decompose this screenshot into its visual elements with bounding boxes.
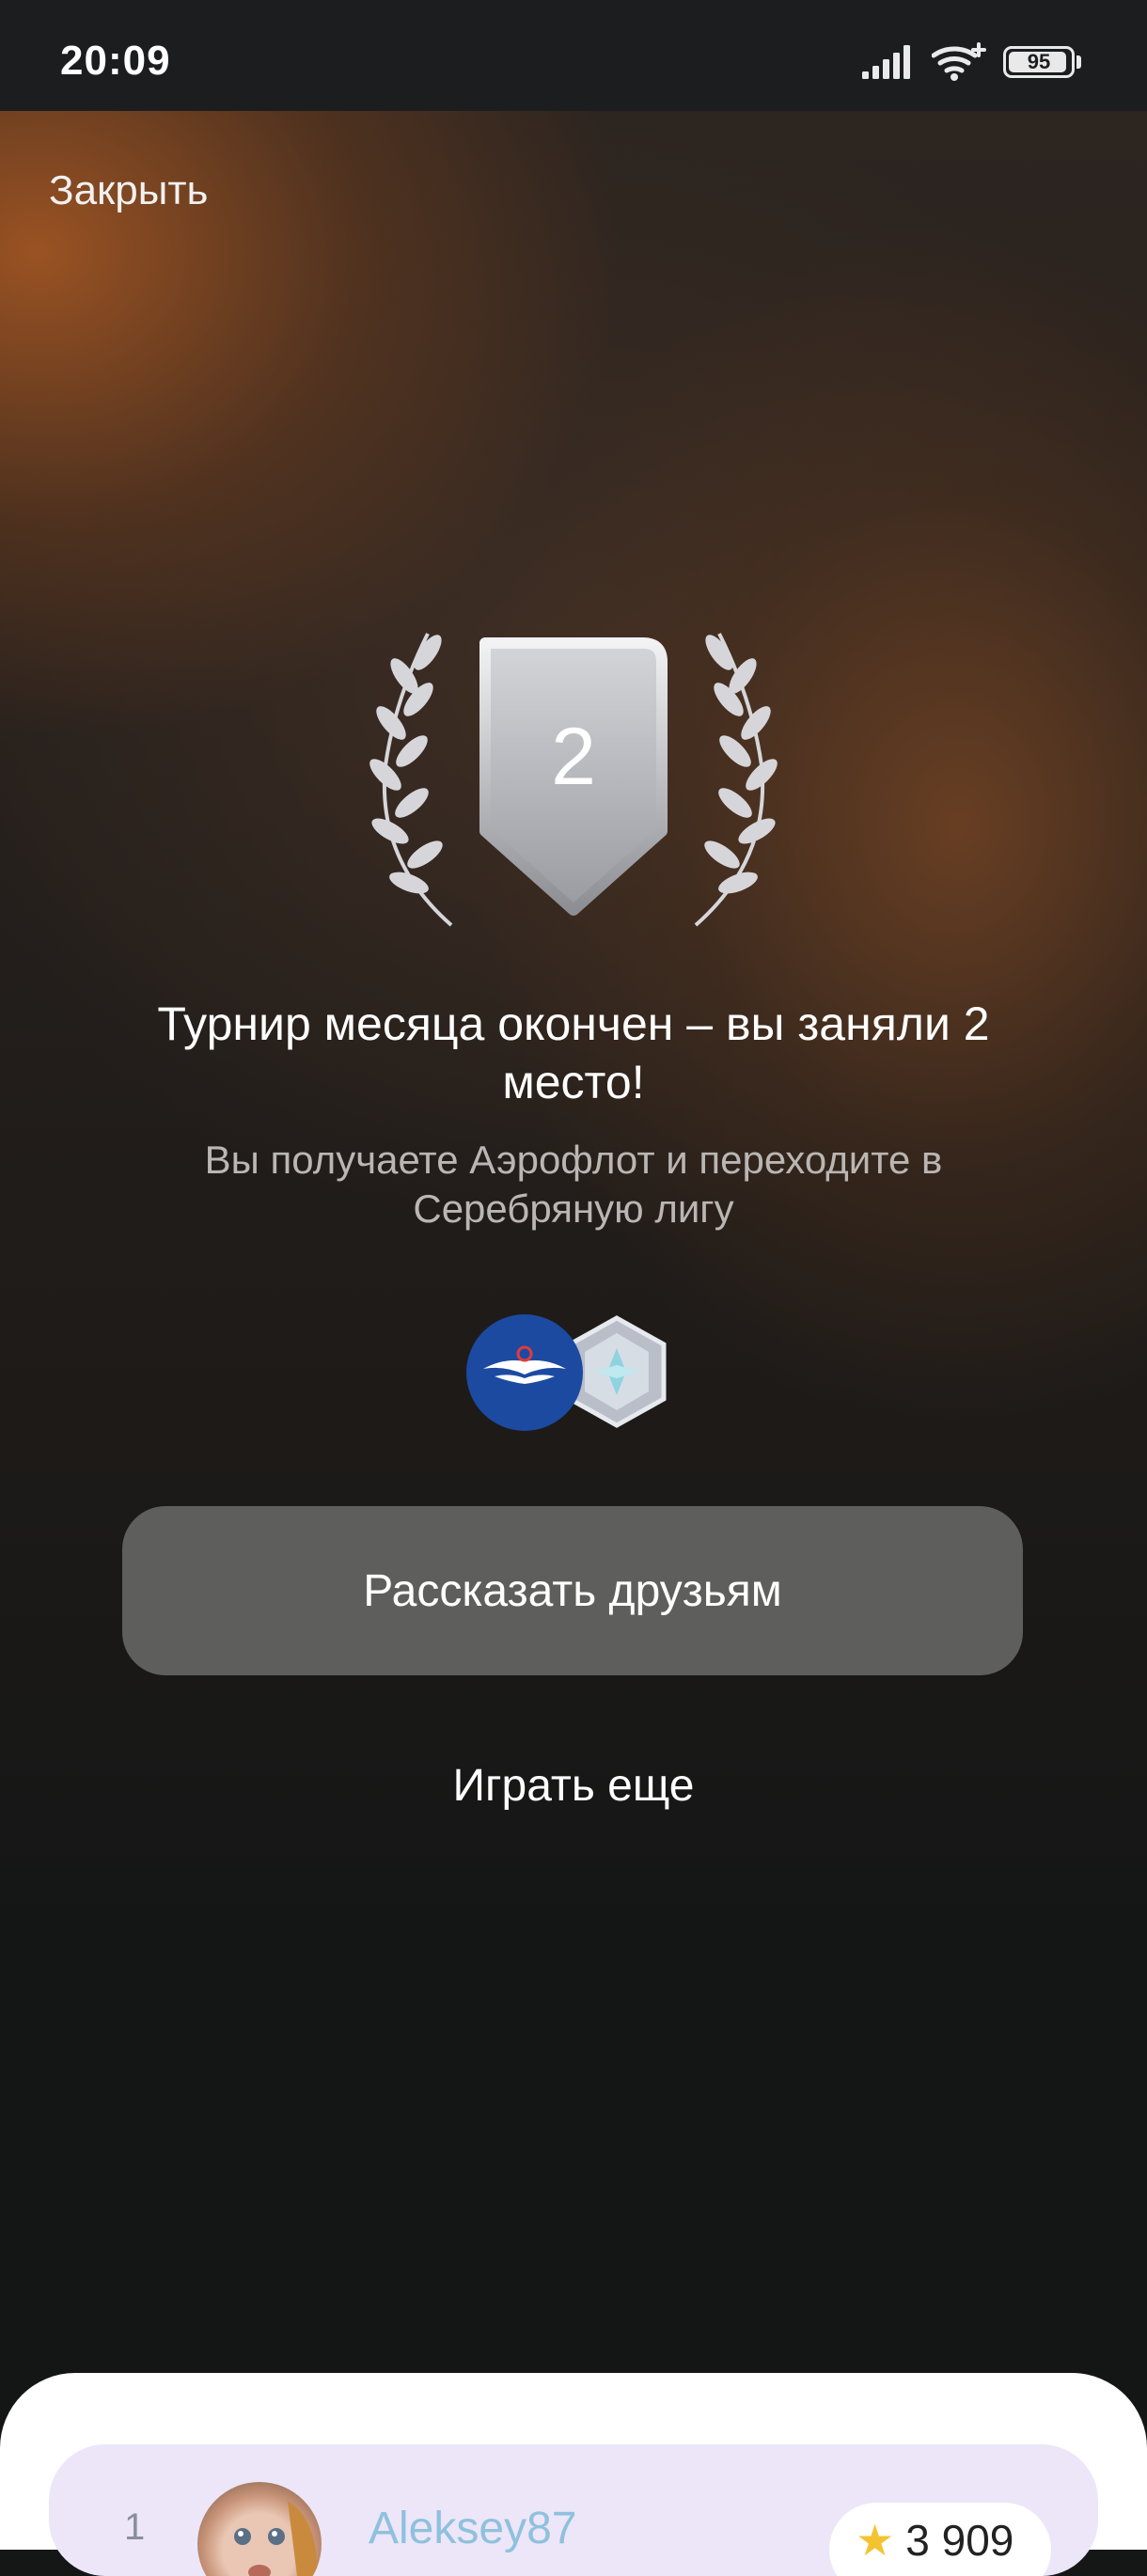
- wifi-icon: [932, 42, 986, 81]
- status-bar: 20:09 95: [0, 0, 1147, 111]
- username-link[interactable]: Aleksey87: [369, 2503, 576, 2554]
- laurel-left-icon: [369, 633, 453, 927]
- avatar: [197, 2482, 322, 2576]
- laurel-right-icon: [694, 633, 778, 927]
- reward-icons: [466, 1314, 667, 1431]
- score-value: 3 909: [905, 2516, 1014, 2565]
- aeroflot-logo-icon: [466, 1314, 583, 1431]
- play-again-button[interactable]: Играть еще: [338, 1760, 809, 1812]
- silver-league-badge-icon: [567, 1315, 667, 1428]
- close-button[interactable]: Закрыть: [49, 167, 208, 214]
- status-time: 20:09: [60, 38, 171, 84]
- star-icon: ★: [856, 2516, 895, 2565]
- battery-level: 95: [1027, 50, 1051, 73]
- battery-tip: [1076, 55, 1081, 69]
- battery-icon: 95: [1003, 46, 1075, 78]
- second-place-emblem: 2: [369, 633, 778, 927]
- place-number: 2: [551, 712, 596, 802]
- avatar-face-icon: [234, 2501, 319, 2576]
- status-icons: 95: [862, 41, 1081, 83]
- share-with-friends-button[interactable]: Рассказать друзьям: [122, 1506, 1023, 1675]
- result-subtitle: Вы получаете Аэрофлот и переходите в Сер…: [204, 1138, 943, 1231]
- leaderboard-row[interactable]: 1 Aleksey87 ★ 3 909: [49, 2444, 1098, 2576]
- score-badge: ★ 3 909: [829, 2503, 1051, 2576]
- result-title: Турнир месяца окончен – вы заняли 2 мест…: [157, 997, 990, 1108]
- leaderboard-sheet[interactable]: 1 Aleksey87 ★ 3 909: [0, 2373, 1147, 2576]
- rank-number: 1: [124, 2506, 146, 2548]
- signal-icon: [862, 45, 910, 79]
